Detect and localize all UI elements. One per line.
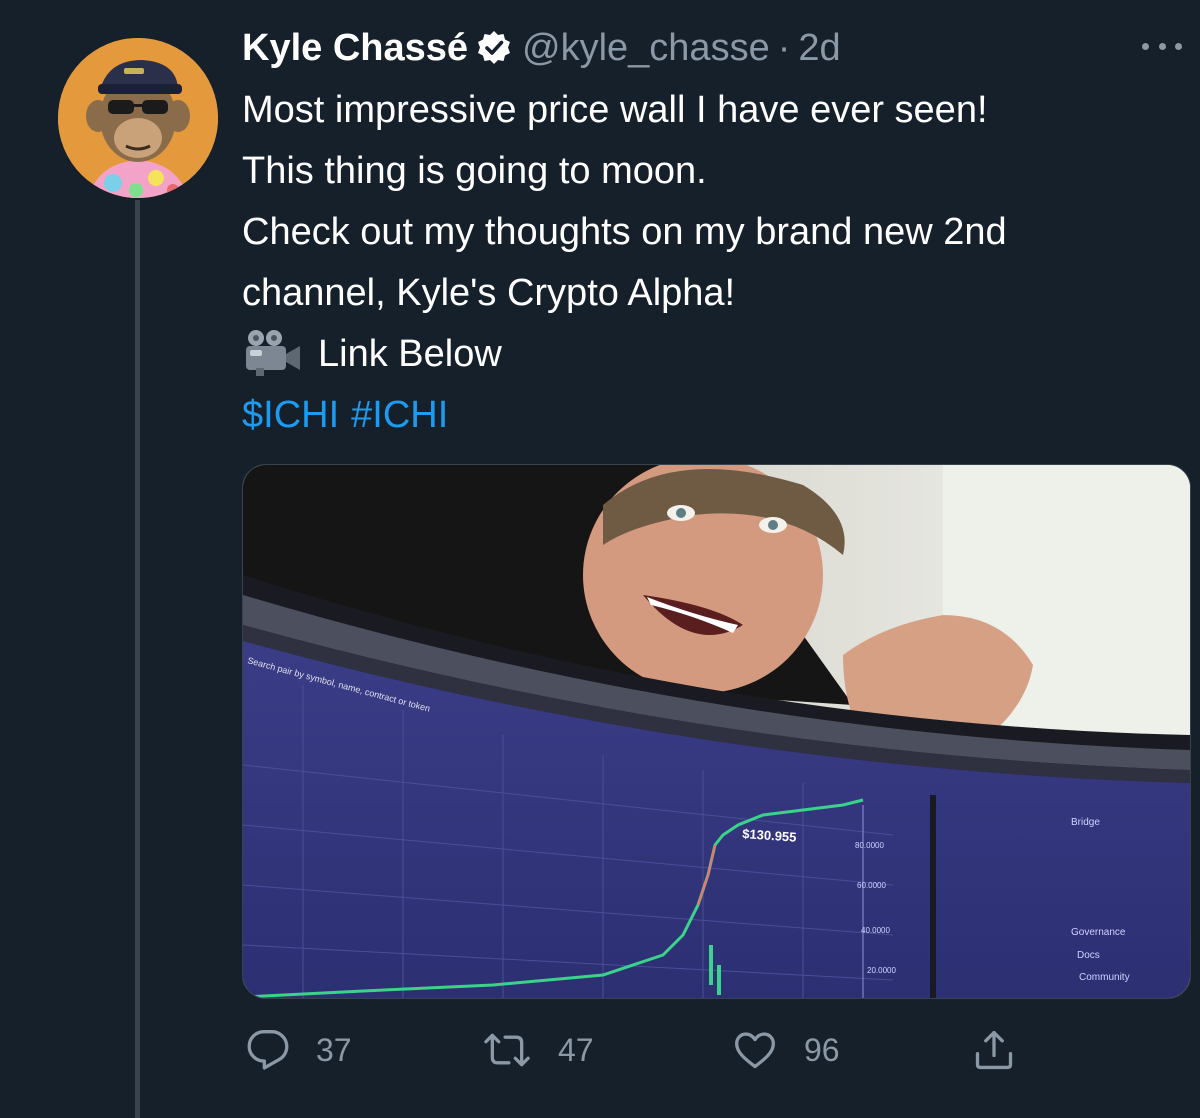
link-below-text: Link Below: [318, 333, 502, 375]
screen-sidebar-item: Community: [1079, 972, 1130, 983]
tweet-media-image[interactable]: $130.955 80.0000 60.0000 40.0000 20.0000…: [242, 464, 1191, 999]
author-name[interactable]: Kyle Chassé: [242, 27, 468, 70]
screen-axis-label: 60.0000: [857, 881, 886, 890]
verified-badge-icon: [476, 30, 512, 66]
link-line: Link Below: [242, 324, 1192, 385]
bored-ape-avatar-icon: [58, 38, 218, 198]
reply-icon: [247, 1030, 289, 1070]
tweet-text-line: channel, Kyle's Crypto Alpha!: [242, 272, 736, 314]
avatar[interactable]: [58, 38, 218, 198]
reply-count: 37: [316, 1031, 352, 1068]
tweet-text-line: Check out my thoughts on my brand new 2n…: [242, 211, 1007, 253]
share-button[interactable]: [972, 1020, 1042, 1080]
hashtag-link[interactable]: #ICHI: [351, 394, 448, 436]
author-handle[interactable]: @kyle_chasse: [522, 27, 770, 70]
screen-sidebar-item: Docs: [1077, 950, 1100, 961]
like-count: 96: [804, 1031, 840, 1068]
retweet-count: 47: [558, 1031, 594, 1068]
retweet-button[interactable]: 47: [482, 1020, 594, 1080]
share-icon: [975, 1030, 1013, 1070]
tweet-actions: 37 47 96: [242, 1020, 1192, 1080]
tweet-text: Most impressive price wall I have ever s…: [242, 80, 1192, 446]
separator-dot: ·: [777, 26, 791, 69]
screen-axis-label: 40.0000: [861, 926, 890, 935]
photo-person-pointing-at-chart: $130.955 80.0000 60.0000 40.0000 20.0000…: [243, 465, 1190, 998]
thread-line: [135, 200, 140, 1118]
tweet-text-line: This thing is going to moon.: [242, 150, 707, 192]
screen-axis-label: 20.0000: [867, 966, 896, 975]
tweet-timestamp[interactable]: 2d: [798, 27, 840, 70]
screen-sidebar-item: Governance: [1071, 927, 1126, 938]
retweet-icon: [484, 1033, 530, 1067]
heart-icon: [735, 1032, 775, 1069]
reply-button[interactable]: 37: [246, 1020, 352, 1080]
like-button[interactable]: 96: [732, 1020, 840, 1080]
movie-camera-icon: [242, 328, 304, 376]
tweet-text-line: Most impressive price wall I have ever s…: [242, 89, 988, 131]
cashtag-link[interactable]: $ICHI: [242, 394, 339, 436]
tweet[interactable]: Kyle Chassé @kyle_chasse · 2d Most impre…: [0, 0, 1200, 1118]
hashtag-line: $ICHI #ICHI: [242, 385, 1192, 446]
more-options-icon[interactable]: [1142, 36, 1182, 56]
screen-sidebar-item: Bridge: [1071, 817, 1100, 828]
screen-axis-label: 80.0000: [855, 841, 884, 850]
tweet-header: Kyle Chassé @kyle_chasse · 2d: [242, 24, 841, 72]
